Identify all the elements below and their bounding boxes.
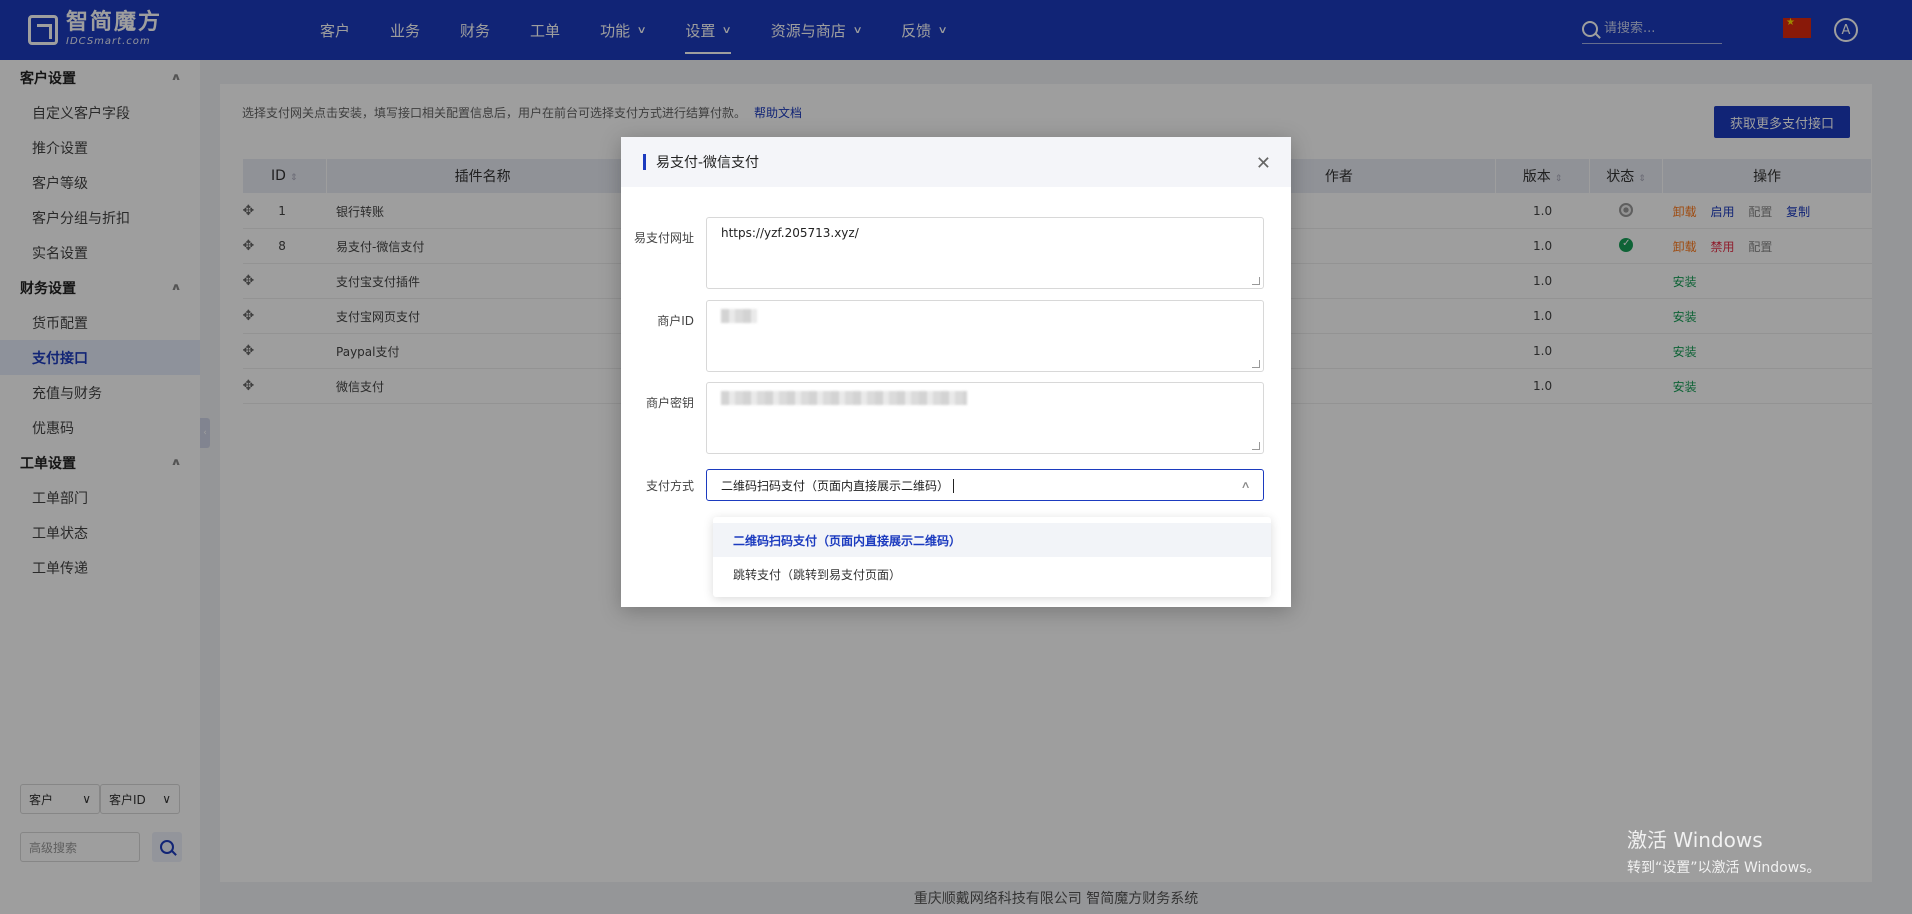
merchant-key-textarea[interactable]: [706, 382, 1264, 454]
redacted-value: [721, 309, 757, 323]
dialog-header: 易支付-微信支付 ✕: [621, 137, 1291, 187]
form-row-url: 易支付网址 https://yzf.205713.xyz/: [621, 217, 1264, 289]
form-row-merchant-id: 商户ID: [621, 300, 1264, 372]
pay-method-option-qrcode[interactable]: 二维码扫码支付（页面内直接展示二维码）: [713, 523, 1271, 557]
redacted-value: [721, 391, 967, 405]
merchant-id-textarea[interactable]: [706, 300, 1264, 372]
close-icon[interactable]: ✕: [1256, 153, 1271, 174]
windows-activation-watermark: 激活 Windows 转到“设置”以激活 Windows。: [1627, 828, 1821, 876]
resize-handle-icon[interactable]: [1252, 277, 1260, 285]
resize-handle-icon[interactable]: [1252, 442, 1260, 450]
pay-method-dropdown: 二维码扫码支付（页面内直接展示二维码） 跳转支付（跳转到易支付页面）: [713, 517, 1271, 597]
dialog-title: 易支付-微信支付: [656, 155, 760, 171]
form-row-merchant-key: 商户密钥: [621, 382, 1264, 454]
resize-handle-icon[interactable]: [1252, 360, 1260, 368]
form-row-pay-method: 支付方式 二维码扫码支付（页面内直接展示二维码） ∧: [621, 469, 1264, 501]
config-dialog: 易支付-微信支付 ✕ 易支付网址 https://yzf.205713.xyz/…: [621, 137, 1291, 607]
gateway-url-textarea[interactable]: https://yzf.205713.xyz/: [706, 217, 1264, 289]
pay-method-option-redirect[interactable]: 跳转支付（跳转到易支付页面）: [713, 557, 1271, 591]
chevron-up-icon: ∧: [1240, 479, 1251, 491]
pay-method-select[interactable]: 二维码扫码支付（页面内直接展示二维码） ∧: [706, 469, 1264, 501]
